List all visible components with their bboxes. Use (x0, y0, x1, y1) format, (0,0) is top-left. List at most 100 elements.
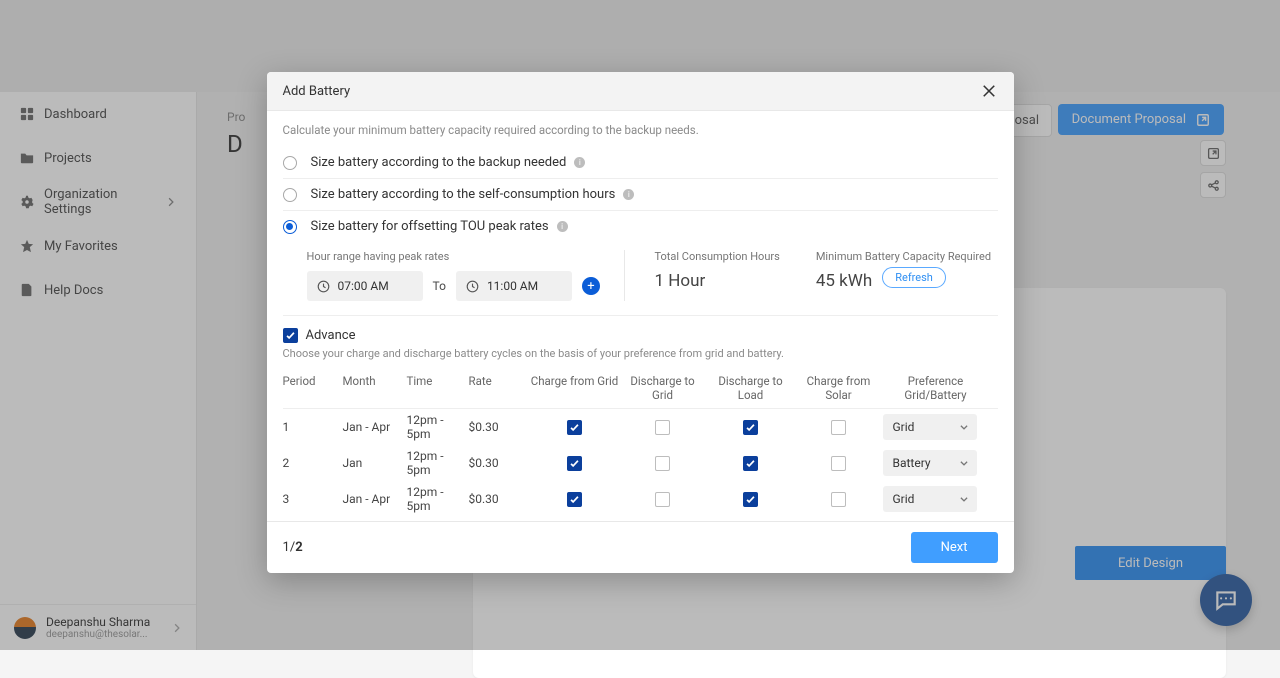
cell-rate: $0.30 (469, 420, 531, 434)
chevron-down-icon (959, 494, 969, 504)
info-icon[interactable]: i (574, 157, 585, 168)
col-rate: Rate (469, 374, 531, 388)
cell-period: 1 (283, 420, 343, 434)
cell-charge-grid (531, 456, 619, 471)
checkbox[interactable] (743, 420, 758, 435)
preference-select[interactable]: Grid (883, 486, 977, 512)
close-icon[interactable] (980, 82, 998, 100)
advance-label: Advance (306, 328, 356, 343)
col-discharge-load: Discharge to Load (707, 374, 795, 402)
chevron-down-icon (959, 422, 969, 432)
cell-time: 12pm - 5pm (407, 413, 469, 441)
pager: 1/2 (283, 540, 303, 555)
cell-charge-grid (531, 492, 619, 507)
to-time-input[interactable]: 11:00 AM (456, 271, 572, 301)
total-hours-label: Total Consumption Hours (655, 250, 780, 263)
col-period: Period (283, 374, 343, 388)
cell-month: Jan (343, 456, 407, 470)
radio-icon[interactable] (283, 220, 297, 234)
cell-discharge-load (707, 420, 795, 435)
cell-month: Jan - Apr (343, 492, 407, 506)
col-preference: Preference Grid/Battery (883, 374, 989, 402)
table-row: 1Jan - Apr12pm - 5pm$0.30 Grid (283, 409, 998, 445)
from-time-input[interactable]: 07:00 AM (307, 271, 423, 301)
table-row: 3Jan - Apr12pm - 5pm$0.30 Grid (283, 481, 998, 517)
checkbox[interactable] (831, 456, 846, 471)
to-time-value: 11:00 AM (487, 279, 538, 293)
total-hours-value: 1 Hour (655, 271, 780, 291)
modal-footer: 1/2 Next (267, 521, 1014, 573)
radio-option-tou[interactable]: Size battery for offsetting TOU peak rat… (283, 211, 998, 242)
checkbox[interactable] (743, 456, 758, 471)
radio-icon[interactable] (283, 188, 297, 202)
cell-preference: Grid (883, 486, 989, 512)
cell-charge-solar (795, 456, 883, 471)
checkbox[interactable] (655, 492, 670, 507)
refresh-button[interactable]: Refresh (882, 267, 946, 288)
modal-overlay: Add Battery Calculate your minimum batte… (0, 0, 1280, 650)
radio-option-self-consumption[interactable]: Size battery according to the self-consu… (283, 179, 998, 211)
cell-discharge-load (707, 456, 795, 471)
col-time: Time (407, 374, 469, 388)
pager-total: 2 (295, 540, 302, 555)
info-icon[interactable]: i (623, 189, 634, 200)
table-row: 2Jan12pm - 5pm$0.30 Battery (283, 445, 998, 481)
preference-select[interactable]: Battery (883, 450, 977, 476)
min-capacity-label: Minimum Battery Capacity Required (816, 250, 991, 263)
radio-label: Size battery according to the backup nee… (311, 155, 567, 170)
cell-charge-solar (795, 492, 883, 507)
modal-header: Add Battery (267, 72, 1014, 111)
checkbox[interactable] (831, 420, 846, 435)
modal-body: Calculate your minimum battery capacity … (267, 111, 1014, 521)
advance-description: Choose your charge and discharge battery… (283, 347, 998, 368)
add-battery-modal: Add Battery Calculate your minimum batte… (267, 72, 1014, 573)
radio-label: Size battery according to the self-consu… (311, 187, 616, 202)
col-discharge-grid: Discharge to Grid (619, 374, 707, 402)
hour-range-label: Hour range having peak rates (307, 250, 624, 263)
checkbox[interactable] (655, 456, 670, 471)
cell-time: 12pm - 5pm (407, 485, 469, 513)
checkbox[interactable] (831, 492, 846, 507)
clock-icon (317, 280, 330, 293)
cell-preference: Grid (883, 414, 989, 440)
add-range-button[interactable]: + (582, 277, 600, 295)
advance-checkbox[interactable] (283, 328, 298, 343)
modal-subtitle: Calculate your minimum battery capacity … (283, 123, 998, 137)
preference-select[interactable]: Grid (883, 414, 977, 440)
cell-discharge-grid (619, 420, 707, 435)
cell-discharge-grid (619, 492, 707, 507)
cell-period: 2 (283, 456, 343, 470)
cell-charge-grid (531, 420, 619, 435)
clock-icon (466, 280, 479, 293)
table-header: Period Month Time Rate Charge from Grid … (283, 368, 998, 409)
tou-detail-section: Hour range having peak rates 07:00 AM To… (283, 242, 998, 316)
cell-rate: $0.30 (469, 492, 531, 506)
cell-time: 12pm - 5pm (407, 449, 469, 477)
cell-discharge-grid (619, 456, 707, 471)
info-icon[interactable]: i (557, 221, 568, 232)
checkbox[interactable] (567, 420, 582, 435)
cell-month: Jan - Apr (343, 420, 407, 434)
cycles-table: Period Month Time Rate Charge from Grid … (283, 368, 998, 517)
radio-option-backup[interactable]: Size battery according to the backup nee… (283, 147, 998, 179)
checkbox[interactable] (655, 420, 670, 435)
col-charge-grid: Charge from Grid (531, 374, 619, 388)
from-time-value: 07:00 AM (338, 279, 389, 293)
cell-preference: Battery (883, 450, 989, 476)
checkbox[interactable] (567, 456, 582, 471)
min-capacity-value: 45 kWh (816, 271, 872, 291)
to-label: To (433, 279, 446, 293)
advance-toggle-row: Advance (283, 316, 998, 347)
next-button[interactable]: Next (911, 532, 998, 563)
radio-label: Size battery for offsetting TOU peak rat… (311, 219, 549, 234)
checkbox[interactable] (743, 492, 758, 507)
col-month: Month (343, 374, 407, 388)
cell-period: 3 (283, 492, 343, 506)
cell-discharge-load (707, 492, 795, 507)
modal-title: Add Battery (283, 84, 351, 99)
cell-rate: $0.30 (469, 456, 531, 470)
radio-icon[interactable] (283, 156, 297, 170)
col-charge-solar: Charge from Solar (795, 374, 883, 402)
chevron-down-icon (959, 458, 969, 468)
checkbox[interactable] (567, 492, 582, 507)
